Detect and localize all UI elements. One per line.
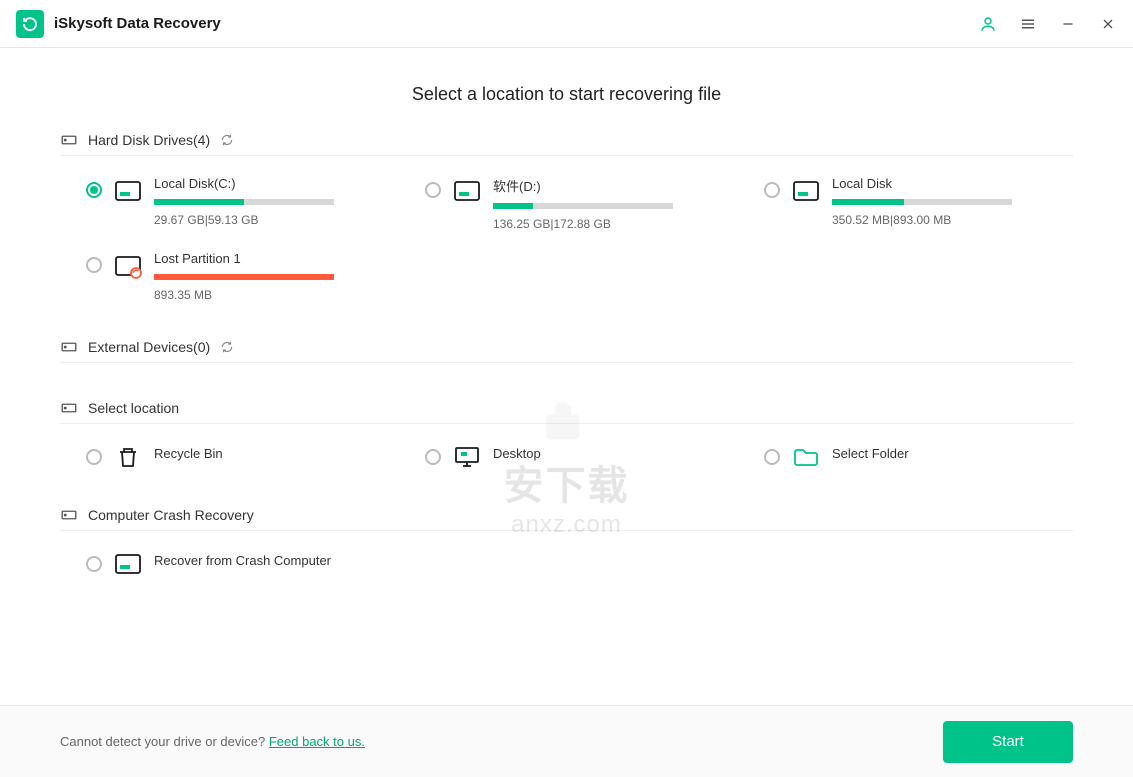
drive-lost-partition[interactable]: Lost Partition 1 893.35 MB [86,251,395,302]
hdd-icon [60,399,78,417]
feedback-link[interactable]: Feed back to us. [269,734,365,749]
refresh-icon[interactable] [220,340,234,354]
radio-drive-c[interactable] [86,182,102,198]
minimize-icon[interactable] [1059,15,1077,33]
drive-icon [453,178,481,204]
app-title: iSkysoft Data Recovery [54,15,221,32]
radio-drive-local[interactable] [764,182,780,198]
section-external-label: External Devices(0) [88,339,210,355]
app-window: iSkysoft Data Recovery [0,0,1133,777]
location-desktop[interactable]: Desktop [425,444,734,470]
location-label: Desktop [493,446,541,461]
section-location-label: Select location [88,400,179,416]
app-logo [16,10,44,38]
drive-d[interactable]: 软件(D:) 136.25 GB|172.88 GB [425,176,734,231]
section-crash-header: Computer Crash Recovery [60,506,1073,531]
footer-prompt: Cannot detect your drive or device? Feed… [60,734,365,749]
section-hdd-label: Hard Disk Drives(4) [88,132,210,148]
drive-name: Lost Partition 1 [154,251,395,266]
page-heading: Select a location to start recovering fi… [60,84,1073,105]
folder-icon [792,444,820,470]
drive-size: 893.35 MB [154,288,395,302]
drive-local-c[interactable]: Local Disk(C:) 29.67 GB|59.13 GB [86,176,395,231]
radio-crash[interactable] [86,556,102,572]
radio-drive-lost[interactable] [86,257,102,273]
footer: Cannot detect your drive or device? Feed… [0,705,1133,777]
usage-bar [154,274,334,280]
drive-size: 29.67 GB|59.13 GB [154,213,395,227]
lost-partition-icon [114,253,142,279]
section-hdd-header: Hard Disk Drives(4) [60,131,1073,156]
hdd-icon [60,131,78,149]
content-area: 安下载 anxz.com Select a location to start … [0,48,1133,705]
usage-bar [154,199,334,205]
drive-name: 软件(D:) [493,176,734,195]
drive-icon [114,551,142,577]
radio-desktop[interactable] [425,449,441,465]
drive-icon [114,178,142,204]
user-icon[interactable] [979,15,997,33]
hdd-icon [60,506,78,524]
drive-icon [792,178,820,204]
crash-recover-item[interactable]: Recover from Crash Computer [86,551,395,577]
refresh-icon[interactable] [220,133,234,147]
drive-size: 350.52 MB|893.00 MB [832,213,1073,227]
drive-name: Local Disk [832,176,1073,191]
location-label: Recycle Bin [154,446,223,461]
radio-recycle[interactable] [86,449,102,465]
location-label: Select Folder [832,446,909,461]
titlebar: iSkysoft Data Recovery [0,0,1133,48]
drive-name: Local Disk(C:) [154,176,395,191]
desktop-icon [453,444,481,470]
location-select-folder[interactable]: Select Folder [764,444,1073,470]
radio-folder[interactable] [764,449,780,465]
location-recycle-bin[interactable]: Recycle Bin [86,444,395,470]
section-crash-label: Computer Crash Recovery [88,507,254,523]
drive-size: 136.25 GB|172.88 GB [493,217,734,231]
usage-bar [493,203,673,209]
section-external-header: External Devices(0) [60,338,1073,363]
drive-local[interactable]: Local Disk 350.52 MB|893.00 MB [764,176,1073,231]
recycle-bin-icon [114,444,142,470]
close-icon[interactable] [1099,15,1117,33]
hdd-icon [60,338,78,356]
crash-label: Recover from Crash Computer [154,553,331,568]
section-location-header: Select location [60,399,1073,424]
menu-icon[interactable] [1019,15,1037,33]
radio-drive-d[interactable] [425,182,441,198]
start-button[interactable]: Start [943,721,1073,763]
usage-bar [832,199,1012,205]
